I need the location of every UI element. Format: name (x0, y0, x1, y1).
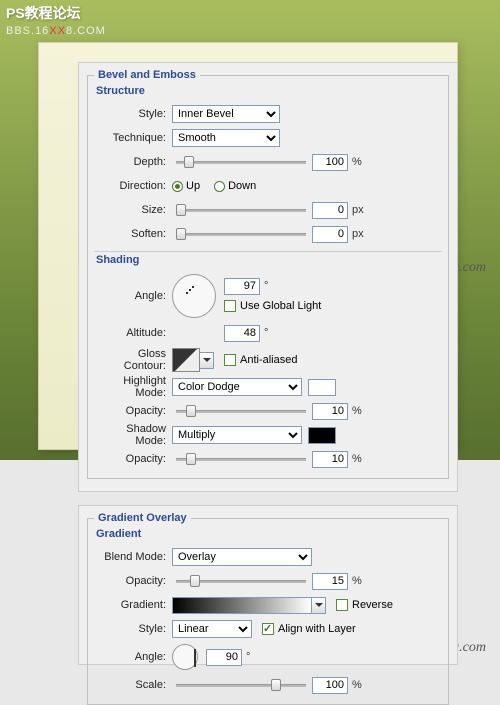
angle-input[interactable] (224, 278, 260, 295)
separator (94, 251, 442, 252)
highlight-select[interactable]: Color Dodge (172, 378, 302, 396)
technique-select[interactable]: Smooth (172, 129, 280, 147)
align-check[interactable] (262, 623, 274, 635)
reverse-check[interactable] (336, 599, 348, 611)
go-opacity-label: Opacity: (94, 575, 172, 587)
scale-label: Scale: (94, 679, 172, 691)
shadow-label: Shadow Mode: (94, 423, 172, 447)
go-angle-label: Angle: (94, 651, 172, 663)
gloss-dd[interactable] (200, 352, 214, 369)
scale-slider[interactable] (176, 677, 306, 693)
watermark-l2c: 8.COM (66, 25, 106, 37)
gradient-dd[interactable] (312, 597, 326, 614)
go-angle-input[interactable] (206, 649, 242, 666)
global-light-check[interactable] (224, 300, 236, 312)
soften-slider[interactable] (176, 226, 306, 242)
highlight-label: Highlight Mode: (94, 375, 172, 399)
sh-opacity-label: Opacity: (94, 453, 172, 465)
gloss-label: Gloss Contour: (94, 348, 172, 372)
blend-select[interactable]: Overlay (172, 548, 312, 566)
go-style-select[interactable]: Linear (172, 620, 252, 638)
up-radio[interactable] (172, 181, 183, 192)
go-angle-dial[interactable] (172, 644, 198, 670)
down-text: Down (228, 180, 256, 192)
reverse-label: Reverse (352, 599, 393, 611)
depth-slider[interactable] (176, 154, 306, 170)
style-select[interactable]: Inner Bevel (172, 105, 280, 123)
gloss-contour[interactable] (172, 348, 200, 372)
size-label: Size: (94, 204, 172, 216)
anti-alias-label: Anti-aliased (240, 354, 297, 366)
angle-label: Angle: (94, 290, 172, 302)
watermark-l2b: XX (49, 25, 66, 37)
go-opacity-unit: % (352, 575, 362, 587)
watermark-line2: BBS.16XX8.COM (6, 22, 106, 39)
shadow-select[interactable]: Multiply (172, 426, 302, 444)
down-radio[interactable] (214, 181, 225, 192)
up-text: Up (186, 180, 200, 192)
hi-opacity-unit: % (352, 405, 362, 417)
gradient-overlay-panel: Gradient Overlay Gradient Blend Mode: Ov… (78, 505, 458, 665)
sh-opacity-unit: % (352, 453, 362, 465)
bevel-legend: Bevel and Emboss (94, 69, 200, 81)
highlight-color[interactable] (308, 379, 336, 396)
angle-dial[interactable] (172, 274, 216, 318)
gradient-swatch[interactable] (172, 597, 312, 614)
depth-unit: % (352, 156, 362, 168)
anti-alias-check[interactable] (224, 354, 236, 366)
go-angle-deg: ° (246, 651, 250, 663)
align-label: Align with Layer (278, 623, 356, 635)
blend-label: Blend Mode: (94, 551, 172, 563)
altitude-input[interactable] (224, 325, 260, 342)
style-label: Style: (94, 108, 172, 120)
scale-unit: % (352, 679, 362, 691)
structure-title: Structure (96, 85, 442, 97)
depth-input[interactable] (312, 154, 348, 171)
gradient-label: Gradient: (94, 599, 172, 611)
angle-deg: ° (264, 280, 268, 292)
bevel-fieldset: Bevel and Emboss Structure Style: Inner … (87, 69, 449, 479)
depth-label: Depth: (94, 156, 172, 168)
go-fieldset: Gradient Overlay Gradient Blend Mode: Ov… (87, 512, 449, 705)
watermark-line1: PS教程论坛 (6, 3, 81, 23)
shading-title: Shading (96, 254, 442, 266)
size-unit: px (352, 204, 364, 216)
hi-opacity-input[interactable] (312, 403, 348, 420)
shadow-color[interactable] (308, 427, 336, 444)
altitude-label: Altitude: (94, 327, 172, 339)
sh-opacity-slider[interactable] (176, 451, 306, 467)
altitude-deg: ° (264, 327, 268, 339)
soften-unit: px (352, 228, 364, 240)
soften-input[interactable] (312, 226, 348, 243)
bevel-emboss-panel: Bevel and Emboss Structure Style: Inner … (78, 62, 458, 492)
technique-label: Technique: (94, 132, 172, 144)
global-light-label: Use Global Light (240, 300, 321, 312)
go-opacity-input[interactable] (312, 573, 348, 590)
soften-label: Soften: (94, 228, 172, 240)
size-input[interactable] (312, 202, 348, 219)
go-style-label: Style: (94, 623, 172, 635)
size-slider[interactable] (176, 202, 306, 218)
go-opacity-slider[interactable] (176, 573, 306, 589)
hi-opacity-label: Opacity: (94, 405, 172, 417)
scale-input[interactable] (312, 677, 348, 694)
gradient-title: Gradient (96, 528, 442, 540)
go-legend: Gradient Overlay (94, 512, 191, 524)
sh-opacity-input[interactable] (312, 451, 348, 468)
hi-opacity-slider[interactable] (176, 403, 306, 419)
watermark-l2a: BBS.16 (6, 25, 49, 37)
direction-label: Direction: (94, 180, 172, 192)
